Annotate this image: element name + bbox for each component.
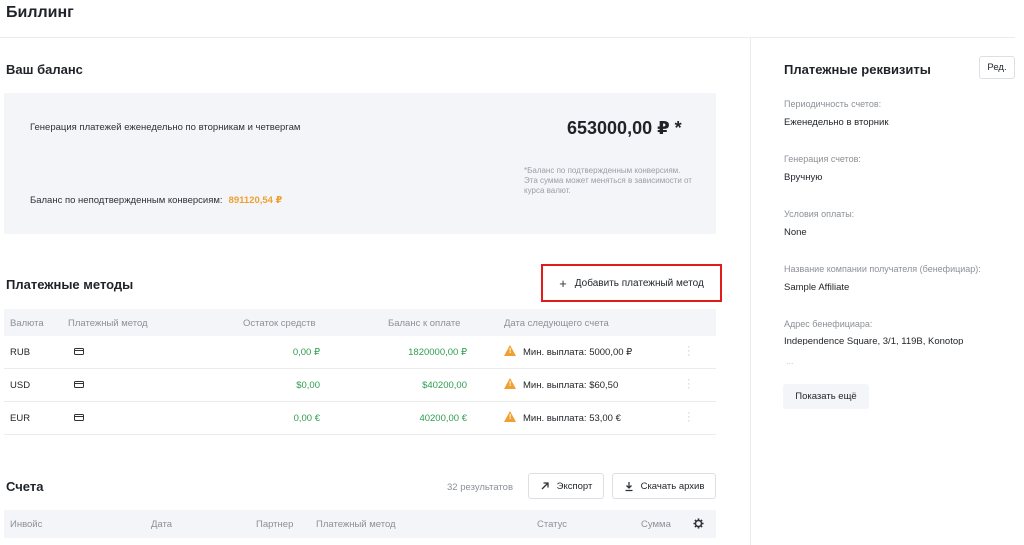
field-value: Sample Affiliate (784, 282, 850, 293)
balance-generation-text: Генерация платежей еженедельно по вторни… (30, 122, 301, 133)
plus-icon: + (559, 275, 567, 291)
col-currency: Валюта (10, 318, 44, 329)
field-value: None (784, 227, 807, 238)
col-invoice: Инвойс (10, 519, 43, 530)
invoices-table-header: Инвойс Дата Партнер Платежный метод Стат… (4, 510, 716, 538)
col-payment-method: Платежный метод (316, 519, 396, 530)
next-invoice-cell: Мин. выплата: 5000,00 ₽ (523, 347, 633, 358)
card-icon (74, 414, 84, 421)
download-icon (625, 481, 633, 491)
page-title: Биллинг (6, 4, 74, 21)
to-pay-cell: $40200,00 (422, 380, 467, 391)
next-invoice-cell: Мин. выплата: 53,00 € (523, 413, 621, 424)
requisites-title: Платежные реквизиты (784, 62, 931, 77)
field-label: Адрес бенефициара: (784, 319, 873, 329)
invoices-title: Счета (6, 479, 44, 494)
col-date: Дата (151, 519, 173, 530)
payment-methods-table-header: Валюта Платежный метод Остаток средств Б… (4, 309, 716, 336)
field-ellipsis: ... (786, 356, 794, 366)
more-options-icon[interactable]: · · · (687, 408, 691, 427)
card-icon (74, 348, 84, 355)
warning-icon: ! (504, 345, 516, 356)
balance-amount: 653000,00 ₽ * (567, 118, 682, 138)
export-label: Экспорт (556, 480, 593, 492)
card-icon (74, 381, 84, 388)
field-label: Условия оплаты: (784, 209, 855, 219)
currency-cell: RUB (10, 347, 31, 358)
remaining-cell: 0,00 ₽ (292, 347, 320, 358)
edit-requisites-button[interactable]: Ред. (979, 56, 1015, 79)
warning-icon: ! (504, 411, 516, 422)
remaining-cell: $0,00 (296, 380, 320, 391)
currency-cell: USD (10, 380, 31, 391)
balance-note: *Баланс по подтвержденным конверсиям. Эт… (524, 166, 692, 195)
unconfirmed-balance-label: Баланс по неподтвержденным конверсиям: (30, 195, 223, 206)
export-button[interactable]: Экспорт (528, 473, 604, 499)
field-value: Independence Square, 3/1, 119B, Konotop (784, 336, 964, 345)
arrow-up-right-icon (541, 482, 549, 490)
table-row[interactable]: RUB 0,00 ₽ 1820000,00 ₽ ! Мин. выплата: … (4, 336, 716, 369)
col-amount: Сумма (641, 519, 671, 530)
add-payment-method-label: Добавить платежный метод (574, 277, 704, 289)
download-archive-label: Скачать архив (640, 480, 705, 492)
field-label: Генерация счетов: (784, 154, 861, 164)
col-method: Платежный метод (68, 318, 148, 329)
remaining-cell: 0,00 € (293, 413, 320, 424)
col-status: Статус (537, 519, 568, 530)
balance-title: Ваш баланс (6, 62, 83, 77)
balance-card (4, 93, 716, 234)
show-more-button[interactable]: Показать ещё (783, 384, 869, 409)
to-pay-cell: 1820000,00 ₽ (408, 347, 467, 358)
warning-icon: ! (504, 378, 516, 389)
table-row[interactable]: EUR 0,00 € 40200,00 € ! Мин. выплата: 53… (4, 402, 716, 435)
col-remaining: Остаток средств (243, 318, 316, 329)
download-archive-button[interactable]: Скачать архив (612, 473, 716, 499)
field-label: Название компании получателя (бенефициар… (784, 264, 981, 274)
payment-methods-title: Платежные методы (6, 277, 134, 292)
field-value: Еженедельно в вторник (784, 117, 889, 128)
to-pay-cell: 40200,00 € (419, 413, 467, 424)
currency-cell: EUR (10, 413, 31, 424)
table-row[interactable]: USD $0,00 $40200,00 ! Мин. выплата: $60,… (4, 369, 716, 402)
more-options-icon[interactable]: · · · (687, 342, 691, 361)
col-partner: Партнер (256, 519, 294, 530)
next-invoice-cell: Мин. выплата: $60,50 (523, 380, 619, 391)
settings-gear-icon[interactable] (693, 518, 704, 529)
unconfirmed-balance: Баланс по неподтвержденным конверсиям: 89… (30, 195, 282, 206)
add-payment-method-button[interactable]: + Добавить платежный метод (541, 264, 722, 302)
header-divider (0, 37, 1015, 38)
results-count: 32 результатов (447, 482, 513, 493)
col-next-invoice: Дата следующего счета (504, 318, 609, 329)
column-divider (750, 38, 751, 545)
field-label: Периодичность счетов: (784, 99, 882, 109)
more-options-icon[interactable]: · · · (687, 375, 691, 394)
field-value: Вручную (784, 172, 823, 183)
unconfirmed-balance-value: 891120,54 ₽ (228, 195, 283, 206)
col-to-pay: Баланс к оплате (388, 318, 461, 329)
